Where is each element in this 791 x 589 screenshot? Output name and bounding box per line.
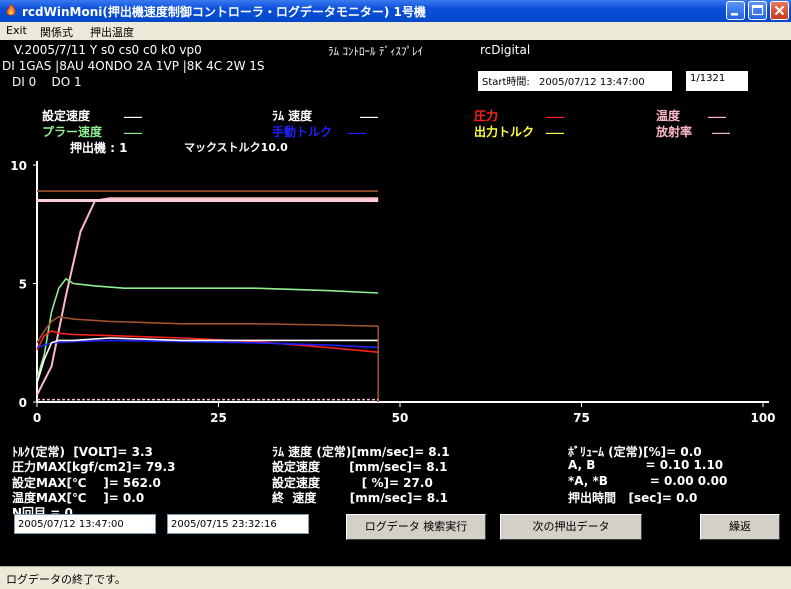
- x-tick-label: 0: [33, 411, 41, 425]
- page-counter: 1/1321: [686, 71, 748, 91]
- version-line: V.2005/7/11 Y s0 cs0 c0 k0 vp0: [14, 43, 202, 57]
- reading-ab-star: *A, *B = 0.00 0.00: [568, 474, 728, 488]
- y-tick-label: 0: [19, 396, 27, 410]
- legend-manual-torque: 手動トルク: [272, 125, 333, 139]
- display-title: ﾗﾑ ｺﾝﾄﾛｰﾙ ﾃﾞｨｽﾌﾟﾚｲ: [328, 45, 423, 58]
- x-tick-label: 50: [392, 411, 409, 425]
- brand-label: rcDigital: [480, 43, 531, 57]
- repeat-button[interactable]: 繰返: [700, 514, 780, 540]
- trend-chart: 0 25 50 75 100 0 5 10: [10, 159, 775, 425]
- dio-line: DI 0 DO 1: [12, 75, 82, 89]
- minimize-icon: [731, 13, 738, 16]
- menu-exit[interactable]: Exit: [6, 24, 27, 37]
- legend-set-speed: 設定速度: [42, 109, 91, 123]
- legend-output-torque: 出力トルク: [474, 125, 535, 139]
- status-bar: ログデータの終了です。: [0, 566, 791, 589]
- reading-set-speed-mm: 設定速度 [mm/sec]= 8.1: [272, 460, 448, 474]
- series-manual-torque: [36, 339, 379, 349]
- x-tick-label: 25: [210, 411, 227, 425]
- reading-pressure-max: 圧力MAX[kgf/cm2]= 79.3: [12, 460, 176, 474]
- reading-extrude-time: 押出時間 [sec]= 0.0: [568, 491, 698, 505]
- legend-radiation-swatch: ___: [712, 120, 730, 134]
- reading-ab: A, B = 0.10 1.10: [568, 458, 724, 472]
- search-log-button[interactable]: ログデータ 検索実行: [345, 513, 487, 541]
- menu-bar: Exit 関係式 押出温度: [0, 22, 791, 40]
- maximize-button[interactable]: [748, 1, 767, 20]
- menu-extrusion-temp[interactable]: 押出温度: [90, 24, 134, 40]
- start-time-box: Start時間: 2005/07/12 13:47:00: [478, 71, 672, 91]
- app-flame-icon: [6, 3, 16, 16]
- maximize-icon: [751, 4, 764, 16]
- chart-series: [36, 190, 379, 402]
- legend-ram-speed-swatch: ___: [360, 104, 378, 118]
- date-to-input[interactable]: [167, 514, 309, 534]
- legend-pressure: 圧力: [474, 109, 499, 123]
- legend-temperature: 温度: [656, 109, 681, 123]
- x-tick-label: 100: [750, 411, 775, 425]
- minimize-button[interactable]: [726, 1, 745, 20]
- di-config-line: DI 1GAS |8AU 4ONDO 2A 1VP |8K 4C 2W 1S: [2, 59, 265, 73]
- x-tick-label: 75: [573, 411, 590, 425]
- next-extrusion-button[interactable]: 次の押出データ: [500, 514, 642, 540]
- title-bar: rcdWinMoni(押出機速度制御コントローラ・ログデータモニター) 1号機: [0, 0, 791, 22]
- legend-output-torque-swatch: ___: [546, 120, 564, 134]
- legend-puller-speed: プラー速度: [42, 125, 103, 139]
- y-tick-label: 10: [10, 159, 27, 173]
- reading-final-speed: 終 速度 [mm/sec]= 8.1: [272, 491, 449, 505]
- legend-pressure-swatch: ___: [546, 104, 564, 118]
- start-time-value: 2005/07/12 13:47:00: [539, 77, 645, 88]
- extruder-label: 押出機 : 1: [70, 141, 128, 155]
- date-from-input[interactable]: [14, 514, 156, 534]
- window-title: rcdWinMoni(押出機速度制御コントローラ・ログデータモニター) 1号機: [22, 5, 426, 19]
- y-tick-label: 5: [19, 278, 27, 292]
- series-puller-speed: [36, 277, 379, 379]
- close-button[interactable]: [770, 1, 789, 20]
- reading-n-cycle: N回目 = 0: [12, 506, 73, 514]
- legend-puller-speed-swatch: ___: [124, 120, 142, 134]
- menu-relation[interactable]: 関係式: [40, 24, 73, 40]
- close-icon: [774, 5, 785, 16]
- series-temperature: [36, 197, 379, 396]
- legend-manual-torque-swatch: ___: [348, 120, 366, 134]
- legend-temperature-swatch: ___: [708, 104, 726, 118]
- legend-radiation: 放射率: [656, 125, 693, 139]
- legend-ram-speed: ﾗﾑ 速度: [272, 109, 313, 123]
- status-text: ログデータの終了です。: [6, 573, 126, 586]
- start-time-label: Start時間:: [482, 77, 530, 88]
- chart-axes: [36, 161, 769, 403]
- max-torque-label: マックストルク10.0: [184, 141, 288, 154]
- legend-set-speed-swatch: ___: [124, 104, 142, 118]
